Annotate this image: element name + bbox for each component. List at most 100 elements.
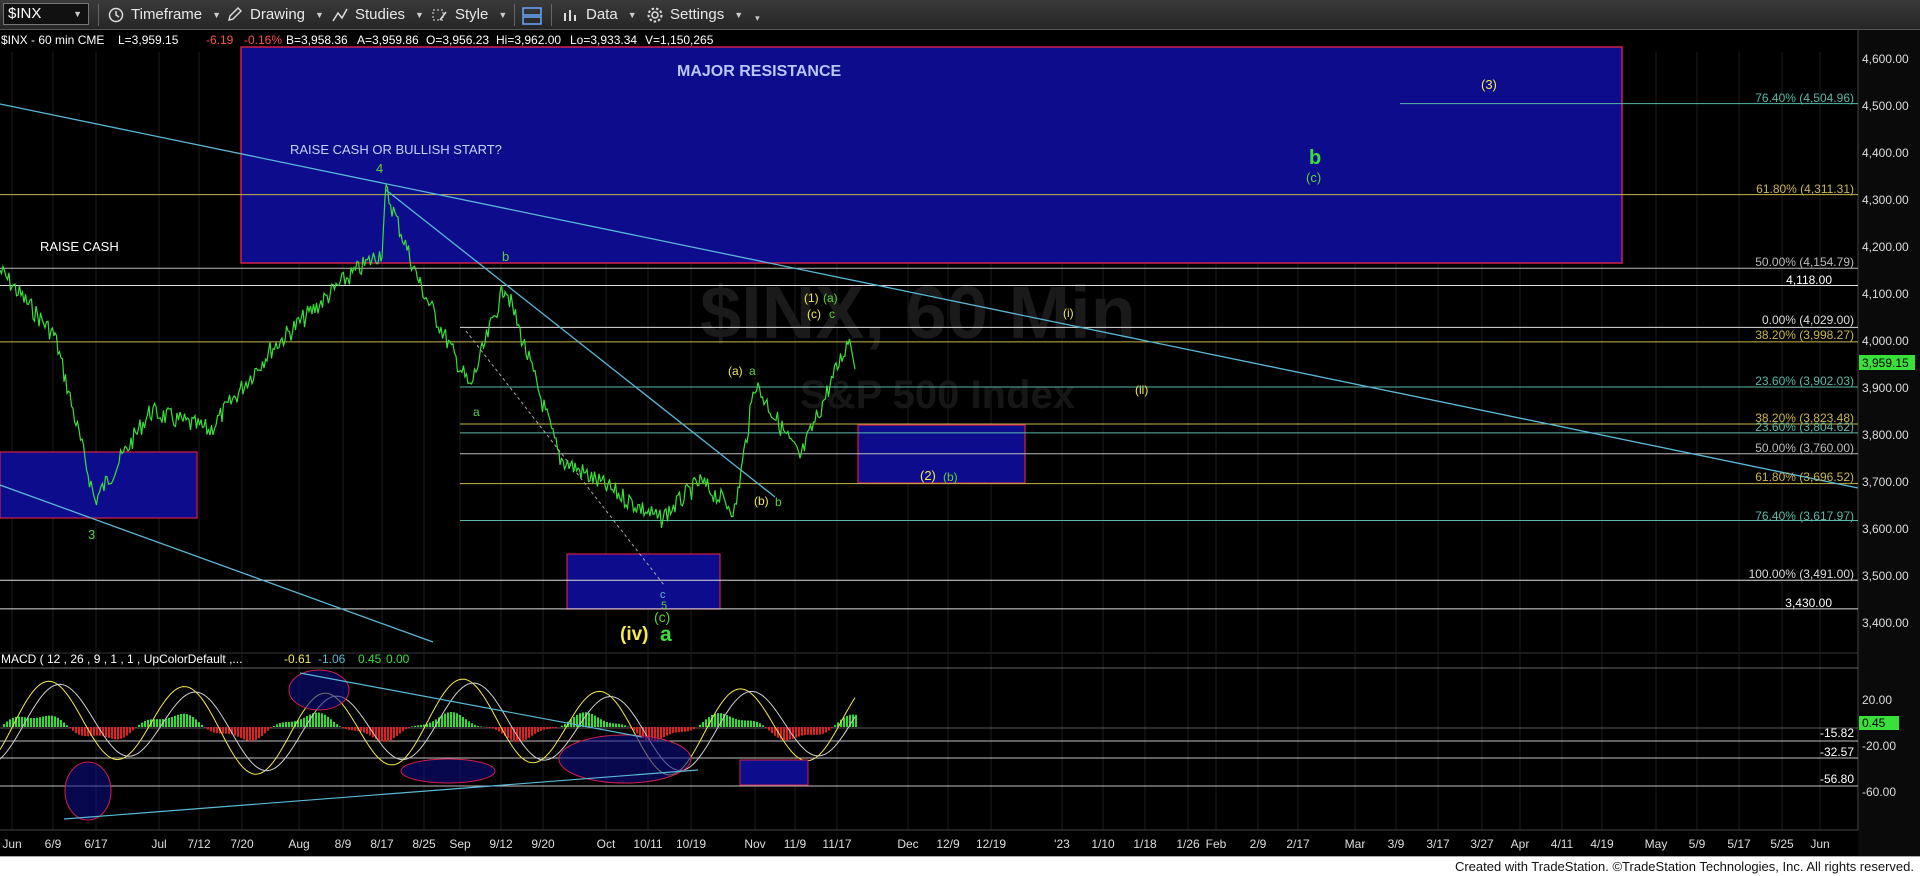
macd-histogram-bar	[462, 717, 464, 727]
macd-histogram-bar	[21, 717, 23, 727]
fib-label-7640-top: 76.40% (4,504.96)	[1755, 91, 1854, 105]
timeframe-button[interactable]: Timeframe▼	[107, 4, 221, 25]
macd-histogram-bar	[429, 723, 431, 727]
macd-histogram-bar	[534, 727, 536, 734]
macd-histogram-bar	[624, 725, 626, 727]
macd-line-label-2: -32.57	[1820, 745, 1854, 759]
macd-histogram-bar	[453, 712, 455, 727]
macd-histogram-bar	[750, 721, 752, 727]
fib-label-5000-top: 50.00% (4,154.79)	[1755, 255, 1854, 269]
drawing-button[interactable]: Drawing▼	[226, 4, 324, 25]
time-axis-label: 4/11	[1551, 837, 1574, 851]
price-axis-label: 3,600.00	[1862, 522, 1909, 536]
macd-histogram-bar	[384, 727, 386, 742]
layout-button[interactable]	[522, 4, 540, 25]
macd-histogram-bar	[528, 727, 530, 738]
macd-histogram-bar	[381, 727, 383, 742]
macd-histogram-bar	[684, 727, 686, 732]
macd-histogram-bar	[672, 727, 674, 733]
studies-button[interactable]: Studies▼	[331, 4, 424, 25]
macd-histogram-bar	[3, 724, 5, 727]
macd-histogram-bar	[465, 719, 467, 727]
macd-histogram-bar	[573, 717, 575, 727]
time-axis-label: 3/17	[1426, 837, 1450, 851]
time-axis-label: 5/9	[1689, 837, 1706, 851]
macd-histogram-bar	[660, 727, 662, 739]
macd-histogram-bar	[510, 727, 512, 740]
macd-histogram-bar	[810, 727, 812, 735]
price-axis-label: 4,400.00	[1862, 146, 1909, 160]
macd-histogram-bar	[615, 724, 617, 727]
macd-histogram-bar	[288, 722, 290, 727]
fib-label-0: 0.00% (4,029.00)	[1762, 313, 1854, 327]
macd-histogram-bar	[279, 723, 281, 727]
wave-c-target-label: (c)	[1306, 170, 1321, 185]
wave-1-label: (1)	[804, 291, 819, 305]
last-price: L=3,959.15	[118, 33, 179, 47]
macd-histogram-bar	[417, 725, 419, 727]
macd-histogram-bar	[171, 717, 173, 727]
macd-histogram-bar	[831, 727, 833, 728]
wave-ii-label: (ii)	[1135, 383, 1148, 397]
bar-chart-icon	[562, 7, 580, 23]
wave-2-label: (2)	[920, 468, 936, 483]
studies-icon	[331, 7, 349, 23]
macd-histogram-bar	[561, 726, 563, 727]
wave-b-green-2: b	[775, 495, 782, 509]
macd-box-nov	[740, 760, 808, 785]
macd-histogram-bar	[588, 713, 590, 727]
macd-histogram-bar	[690, 727, 692, 730]
macd-histogram-bar	[378, 727, 380, 741]
support-box-october[interactable]	[567, 554, 720, 609]
price-axis-label: 3,800.00	[1862, 428, 1909, 442]
macd-histogram-bar	[609, 723, 611, 727]
time-axis-label: 8/17	[370, 837, 394, 851]
settings-button[interactable]: Settings▼ ▾	[646, 4, 760, 25]
macd-histogram-bar	[753, 721, 755, 727]
support-box-june[interactable]	[0, 452, 197, 518]
wave-b-big-label: b	[1309, 147, 1321, 169]
macd-histogram-bar	[333, 722, 335, 727]
macd-histogram-bar	[555, 727, 557, 728]
time-axis-label: Apr	[1511, 837, 1530, 851]
macd-histogram-bar	[126, 727, 128, 736]
raise-cash-label: RAISE CASH	[40, 239, 119, 254]
fib-label-764: 76.40% (3,617.97)	[1755, 509, 1854, 523]
wave-c-paren-yellow: (c)	[807, 307, 821, 321]
time-axis-label: Nov	[744, 837, 765, 851]
macd-histogram-bar	[60, 720, 62, 727]
macd-histogram-bar	[57, 718, 59, 727]
fib-label-50: 50.00% (3,760.00)	[1755, 441, 1854, 455]
symbol-selector[interactable]: $INX▼	[3, 3, 89, 25]
style-button[interactable]: Style▼	[431, 4, 507, 25]
time-axis-label: 11/9	[784, 837, 807, 851]
time-axis-label: 7/20	[230, 837, 254, 851]
last-price-value: 3,959.15	[1862, 356, 1909, 370]
chart-area[interactable]: $INX, 60 Min S&P 500 Index MAJOR RESISTA…	[0, 30, 1920, 856]
macd-histogram-bar	[237, 727, 239, 737]
macd-histogram-bar	[414, 726, 416, 727]
macd-histogram-bar	[261, 727, 263, 736]
time-axis-label: Feb	[1206, 837, 1227, 851]
macd-histogram-bar	[747, 720, 749, 727]
macd-histogram-bar	[663, 727, 665, 737]
data-button[interactable]: Data▼	[562, 4, 637, 25]
macd-histogram-bar	[210, 727, 212, 731]
macd-histogram-bar	[669, 727, 671, 734]
macd-histogram-bar	[480, 726, 482, 727]
macd-histogram-bar	[132, 727, 134, 730]
macd-histogram-bar	[474, 725, 476, 727]
macd-histogram-bar	[75, 727, 77, 733]
time-axis-label: Jun	[1810, 837, 1829, 851]
pencil-icon	[226, 7, 244, 23]
macd-histogram-bar	[78, 727, 80, 735]
macd-histogram-bar	[189, 715, 191, 727]
macd-axis-20: 20.00	[1862, 693, 1892, 707]
macd-value-4: 0.00	[386, 652, 410, 666]
macd-histogram-bar	[807, 727, 809, 735]
time-axis-label: 5/17	[1727, 837, 1751, 851]
time-axis-label: 8/9	[335, 837, 352, 851]
fib-label-236b: 23.60% (3,804.62)	[1755, 420, 1854, 434]
macd-histogram-bar	[84, 727, 86, 736]
macd-histogram-bar	[177, 715, 179, 727]
